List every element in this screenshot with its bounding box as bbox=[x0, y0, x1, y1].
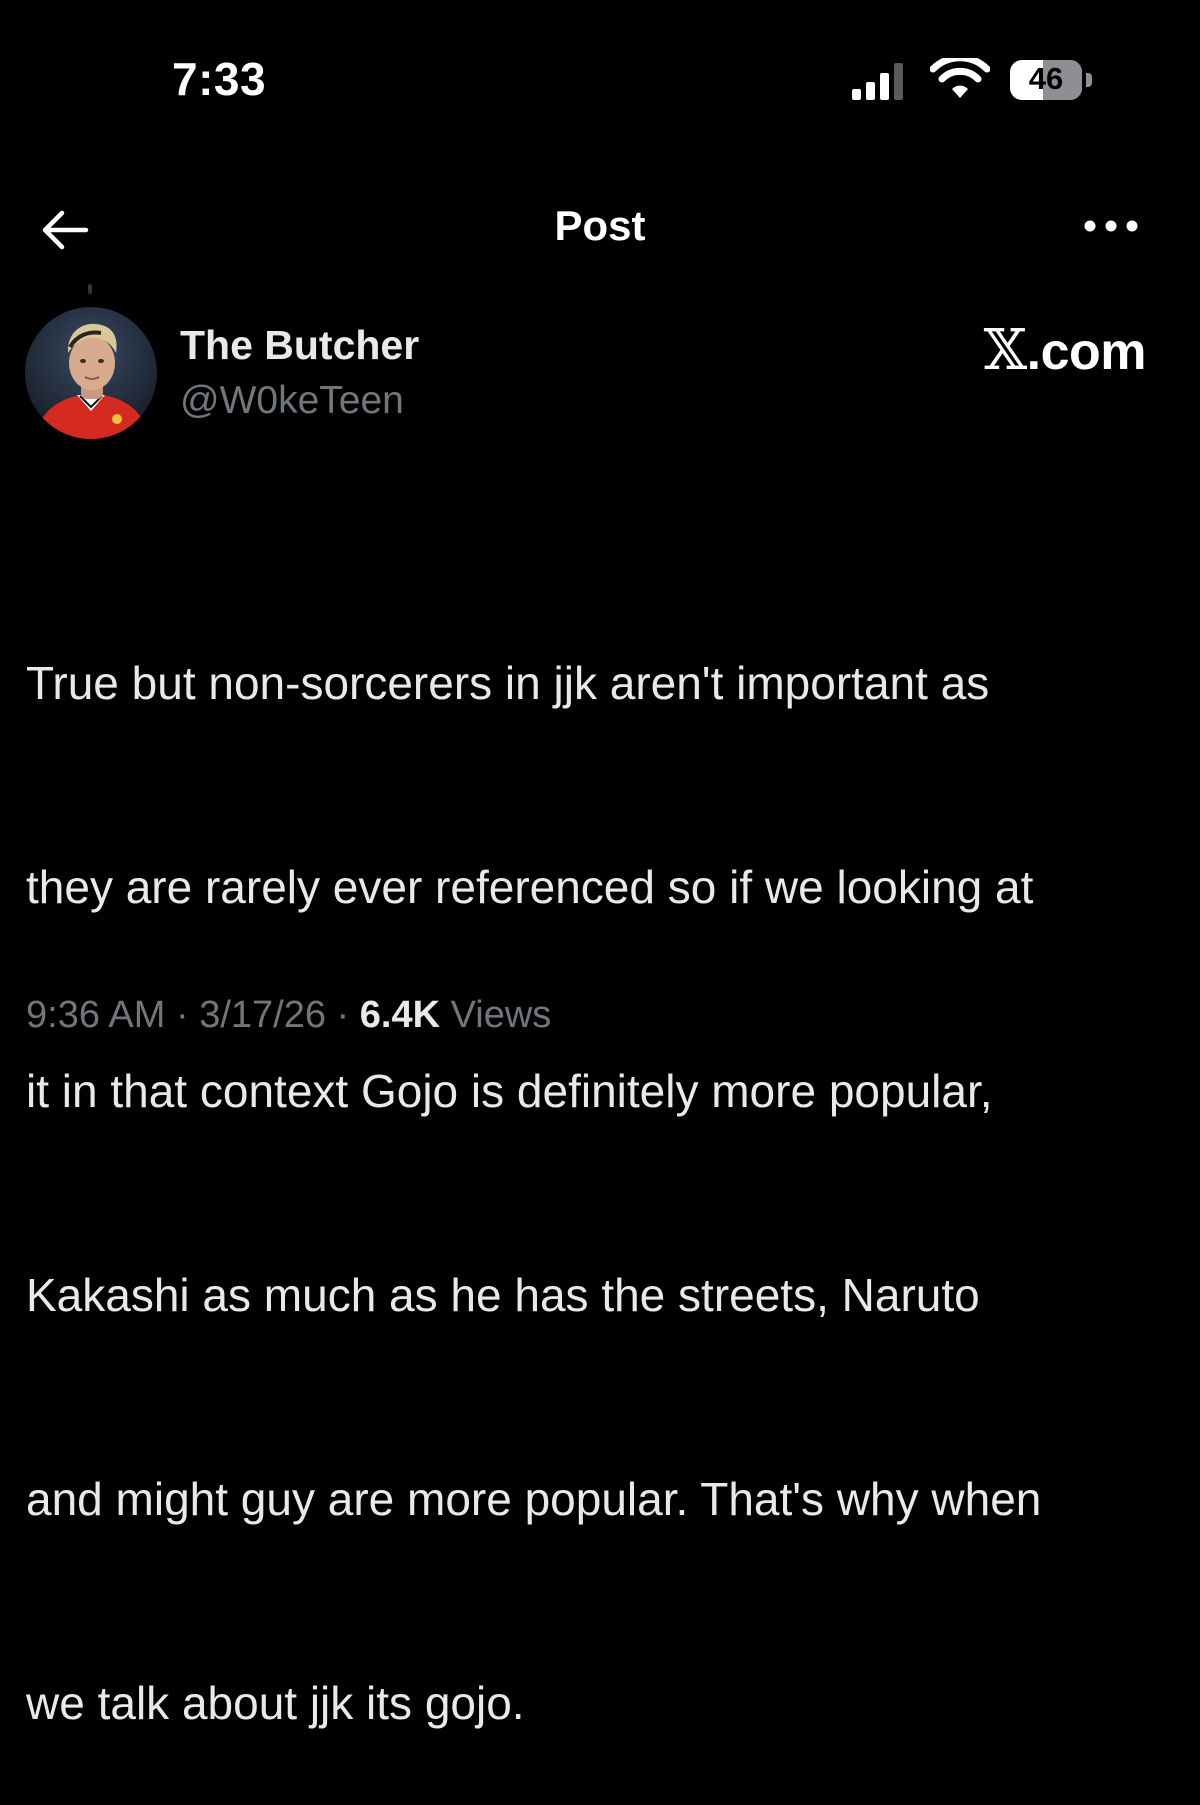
author-handle[interactable]: @W0keTeen bbox=[180, 379, 404, 423]
avatar[interactable] bbox=[25, 307, 157, 439]
views-label: Views bbox=[440, 994, 552, 1036]
post-text-line: and might guy are more popular. That's w… bbox=[26, 1473, 1042, 1525]
meta-separator: · bbox=[326, 994, 360, 1036]
post-text-line: True but non-sorcerers in jjk aren't imp… bbox=[26, 657, 990, 709]
ellipsis-icon[interactable] bbox=[1080, 206, 1142, 246]
battery-icon: 46 bbox=[1010, 60, 1094, 100]
post-date[interactable]: 3/17/26 bbox=[199, 994, 326, 1036]
page-title: Post bbox=[554, 202, 646, 249]
avatar-image bbox=[25, 307, 157, 439]
battery-level: 46 bbox=[1028, 61, 1064, 96]
post-text-line: we talk about jjk its gojo. bbox=[26, 1677, 525, 1729]
post-text-line: Kakashi as much as he has the streets, N… bbox=[26, 1269, 980, 1321]
post-time[interactable]: 9:36 AM bbox=[26, 994, 165, 1036]
watermark-text: .com bbox=[1026, 323, 1147, 381]
cellular-signal-icon bbox=[852, 60, 912, 100]
post-text: True but non-sorcerers in jjk aren't imp… bbox=[26, 513, 1176, 1805]
nav-header: Post bbox=[0, 190, 1200, 270]
post-text-line: they are rarely ever referenced so if we… bbox=[26, 861, 1034, 913]
x-logo: 𝕏 bbox=[983, 318, 1027, 383]
meta-separator: · bbox=[165, 994, 200, 1036]
wifi-icon bbox=[930, 58, 990, 98]
x-com-watermark: 𝕏.com bbox=[983, 318, 1147, 383]
author-display-name[interactable]: The Butcher bbox=[180, 322, 419, 369]
status-bar: 7:33 46 bbox=[0, 0, 1200, 150]
status-time: 7:33 bbox=[172, 53, 267, 105]
thread-connector bbox=[88, 284, 92, 294]
post-meta: 9:36 AM · 3/17/26 · 6.4K Views bbox=[26, 994, 551, 1037]
post-text-line: it in that context Gojo is definitely mo… bbox=[26, 1065, 993, 1117]
views-count: 6.4K bbox=[359, 994, 441, 1036]
